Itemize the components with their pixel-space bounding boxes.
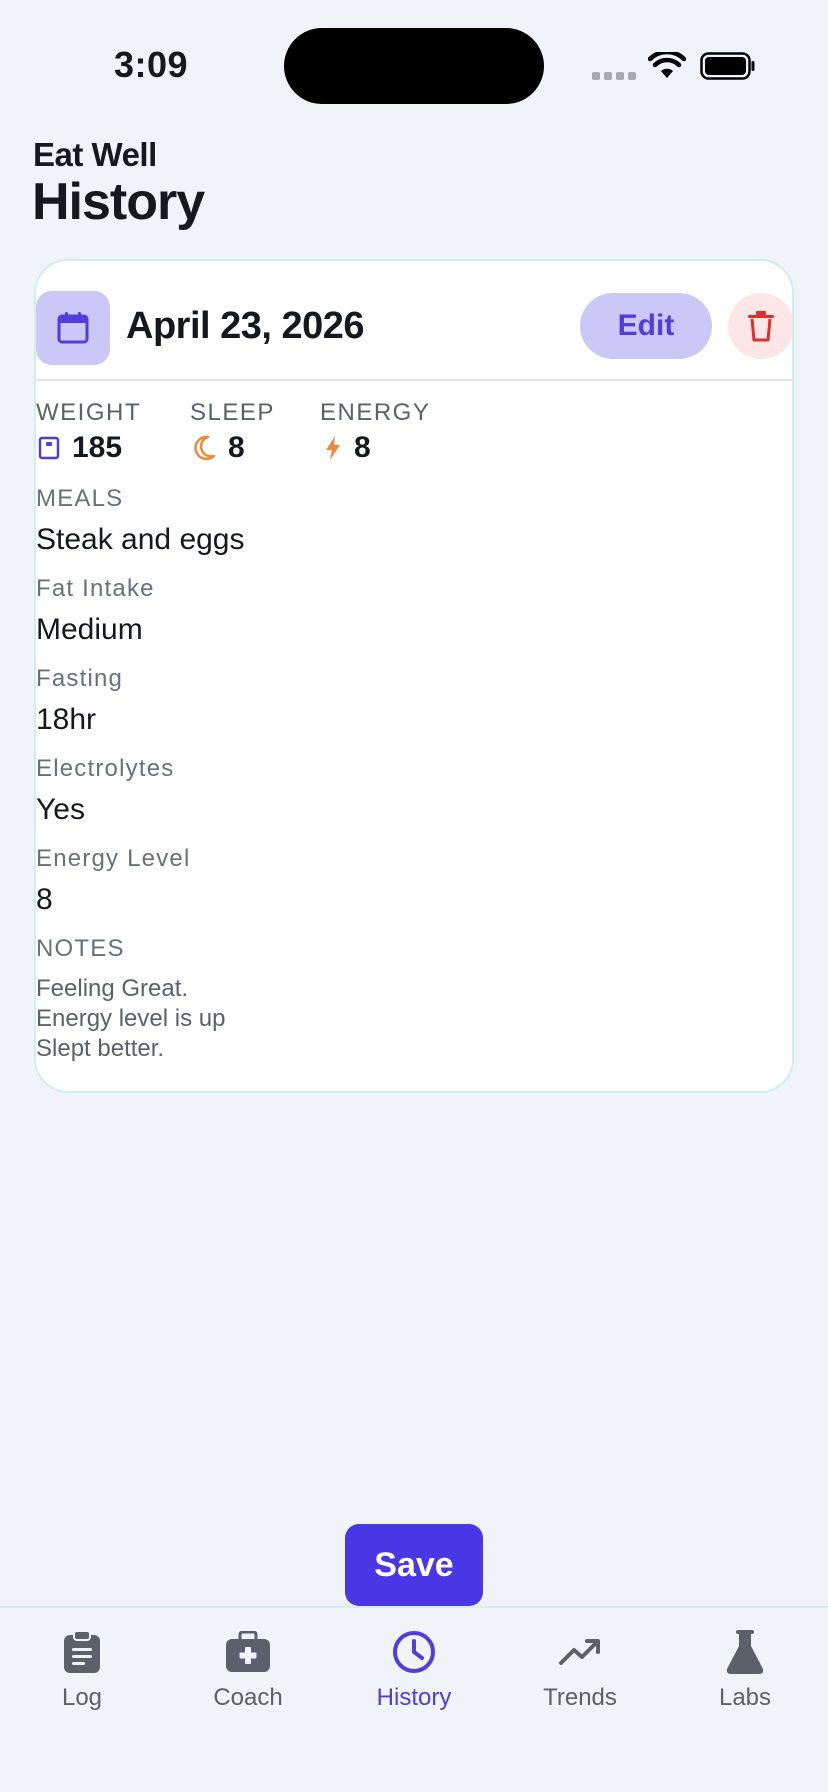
energy-stat: 8 <box>324 431 371 465</box>
tab-coach[interactable]: Coach <box>173 1628 323 1712</box>
electrolytes-value: Yes <box>36 793 85 826</box>
meals-value: Steak and eggs <box>36 523 245 556</box>
energy-value: 8 <box>354 431 371 464</box>
tab-label: Labs <box>718 1684 772 1711</box>
sleep-value: 8 <box>228 431 245 464</box>
tab-label: Coach <box>213 1684 283 1711</box>
dynamic-island <box>284 28 544 104</box>
screen: 3:09 Eat Well History April 23, 2026 Edi… <box>0 0 828 1792</box>
fasting-label: Fasting <box>36 665 124 692</box>
status-time: 3:09 <box>114 44 189 85</box>
wifi-icon <box>648 52 686 78</box>
scale-icon <box>38 436 60 460</box>
clock-icon <box>393 1631 435 1673</box>
trend-icon <box>559 1639 600 1665</box>
tab-label: History <box>376 1684 452 1711</box>
energy-level-value: 8 <box>36 883 53 916</box>
save-button[interactable]: Save <box>345 1524 483 1606</box>
tab-bar: Log Coach History Trends Labs <box>0 1606 828 1792</box>
entry-date: April 23, 2026 <box>126 305 365 347</box>
tab-label: Log <box>61 1684 103 1711</box>
tab-label: Trends <box>543 1684 617 1711</box>
calendar-icon <box>57 312 89 344</box>
notes-label: NOTES <box>36 935 125 962</box>
edit-button[interactable]: Edit <box>580 293 712 359</box>
energy-level-label: Energy Level <box>36 845 191 872</box>
moon-icon <box>194 435 216 461</box>
tab-trends[interactable]: Trends <box>505 1628 655 1712</box>
tab-log[interactable]: Log <box>7 1628 157 1712</box>
weight-stat: 185 <box>38 431 122 465</box>
weight-value: 185 <box>72 431 123 464</box>
electrolytes-label: Electrolytes <box>36 755 175 782</box>
notes-line: Feeling Great. <box>36 975 189 1002</box>
notes-line: Energy level is up <box>36 1005 226 1032</box>
trash-icon <box>748 311 774 342</box>
history-entry-card: April 23, 2026 Edit WEIGHT 185 SLEEP 8 E… <box>34 259 794 1093</box>
battery-icon <box>700 52 755 80</box>
cellular-icon <box>592 72 636 80</box>
fasting-value: 18hr <box>36 703 97 736</box>
tab-labs[interactable]: Labs <box>670 1628 820 1712</box>
flask-icon <box>726 1630 764 1674</box>
sleep-stat: 8 <box>192 431 245 465</box>
clipboard-icon <box>64 1630 100 1673</box>
meals-label: MEALS <box>36 485 124 512</box>
delete-button[interactable] <box>728 293 792 359</box>
energy-label: ENERGY <box>320 399 431 426</box>
calendar-badge <box>36 291 110 365</box>
tab-history[interactable]: History <box>339 1628 489 1712</box>
page-title: History <box>32 173 205 231</box>
notes-line: Slept better. <box>36 1035 165 1062</box>
medkit-icon <box>226 1631 270 1672</box>
card-divider <box>36 379 792 381</box>
app-title: Eat Well <box>33 136 157 173</box>
bolt-icon <box>326 436 340 460</box>
fat-intake-label: Fat Intake <box>36 575 155 602</box>
fat-intake-value: Medium <box>36 613 143 646</box>
sleep-label: SLEEP <box>190 399 275 426</box>
weight-label: WEIGHT <box>36 399 141 426</box>
